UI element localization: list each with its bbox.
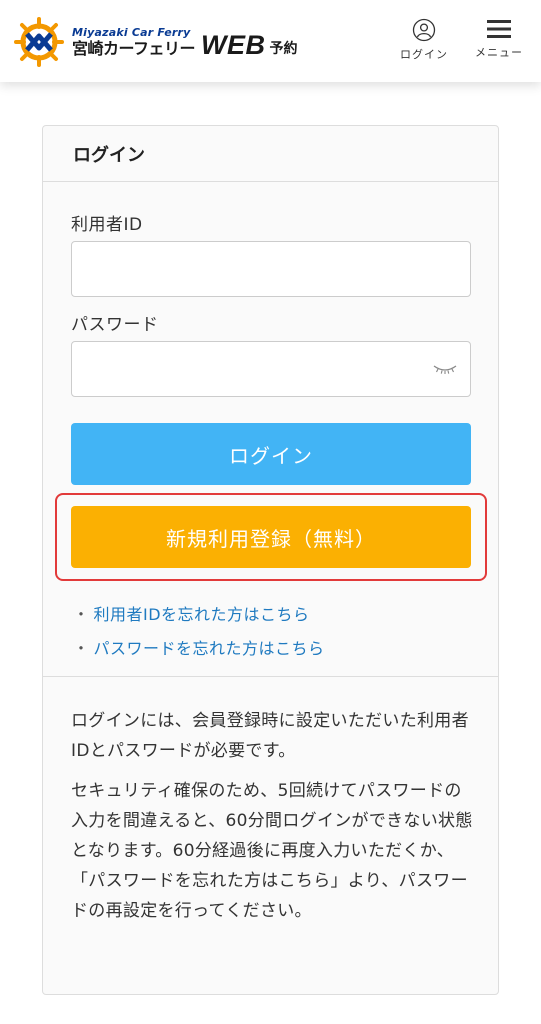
logo-web-text: WEB xyxy=(201,29,266,60)
user-icon xyxy=(412,18,436,42)
password-label: パスワード xyxy=(71,315,159,335)
header-login-label: ログイン xyxy=(400,48,448,61)
section-divider xyxy=(43,676,498,677)
bullet: ・ xyxy=(73,639,90,658)
header-login-button[interactable]: ログイン xyxy=(394,18,454,62)
login-button[interactable]: ログイン xyxy=(71,423,471,485)
logo-english-text: Miyazaki Car Ferry xyxy=(72,26,191,39)
register-button[interactable]: 新規利用登録（無料） xyxy=(71,506,471,568)
user-id-input[interactable] xyxy=(71,241,471,297)
hamburger-menu-icon xyxy=(487,20,511,38)
password-visibility-toggle-icon[interactable] xyxy=(432,362,458,376)
bullet: ・ xyxy=(73,605,90,624)
forgot-password-link-text[interactable]: パスワードを忘れた方はこちら xyxy=(94,639,325,658)
logo-japanese-text: 宮崎カーフェリー xyxy=(72,39,196,58)
forgot-password-link[interactable]: ・パスワードを忘れた方はこちら xyxy=(73,635,325,659)
security-note-text: セキュリティ確保のため、5回続けてパスワードの入力を間違えると、60分間ログイン… xyxy=(71,781,473,921)
login-note-text: ログインには、会員登録時に設定いただいた利用者IDとパスワードが必要です。 xyxy=(71,711,469,761)
site-header: Miyazaki Car Ferry 宮崎カーフェリー WEB 予約 ログイン … xyxy=(0,0,541,82)
site-logo[interactable]: Miyazaki Car Ferry 宮崎カーフェリー WEB 予約 xyxy=(14,14,298,70)
login-card: ログイン 利用者ID パスワード ログイン 新規利用登録（無料） ・利用者IDを… xyxy=(42,125,499,995)
forgot-id-link-text[interactable]: 利用者IDを忘れた方はこちら xyxy=(94,605,310,624)
card-title: ログイン xyxy=(43,126,498,182)
header-menu-label: メニュー xyxy=(475,46,523,59)
logo-yoyaku-text: 予約 xyxy=(269,41,298,57)
user-id-label: 利用者ID xyxy=(71,215,143,235)
ship-wheel-logo-icon xyxy=(14,17,64,67)
forgot-id-link[interactable]: ・利用者IDを忘れた方はこちら xyxy=(73,601,310,625)
header-menu-button[interactable]: メニュー xyxy=(468,18,530,60)
password-input[interactable] xyxy=(71,341,471,397)
